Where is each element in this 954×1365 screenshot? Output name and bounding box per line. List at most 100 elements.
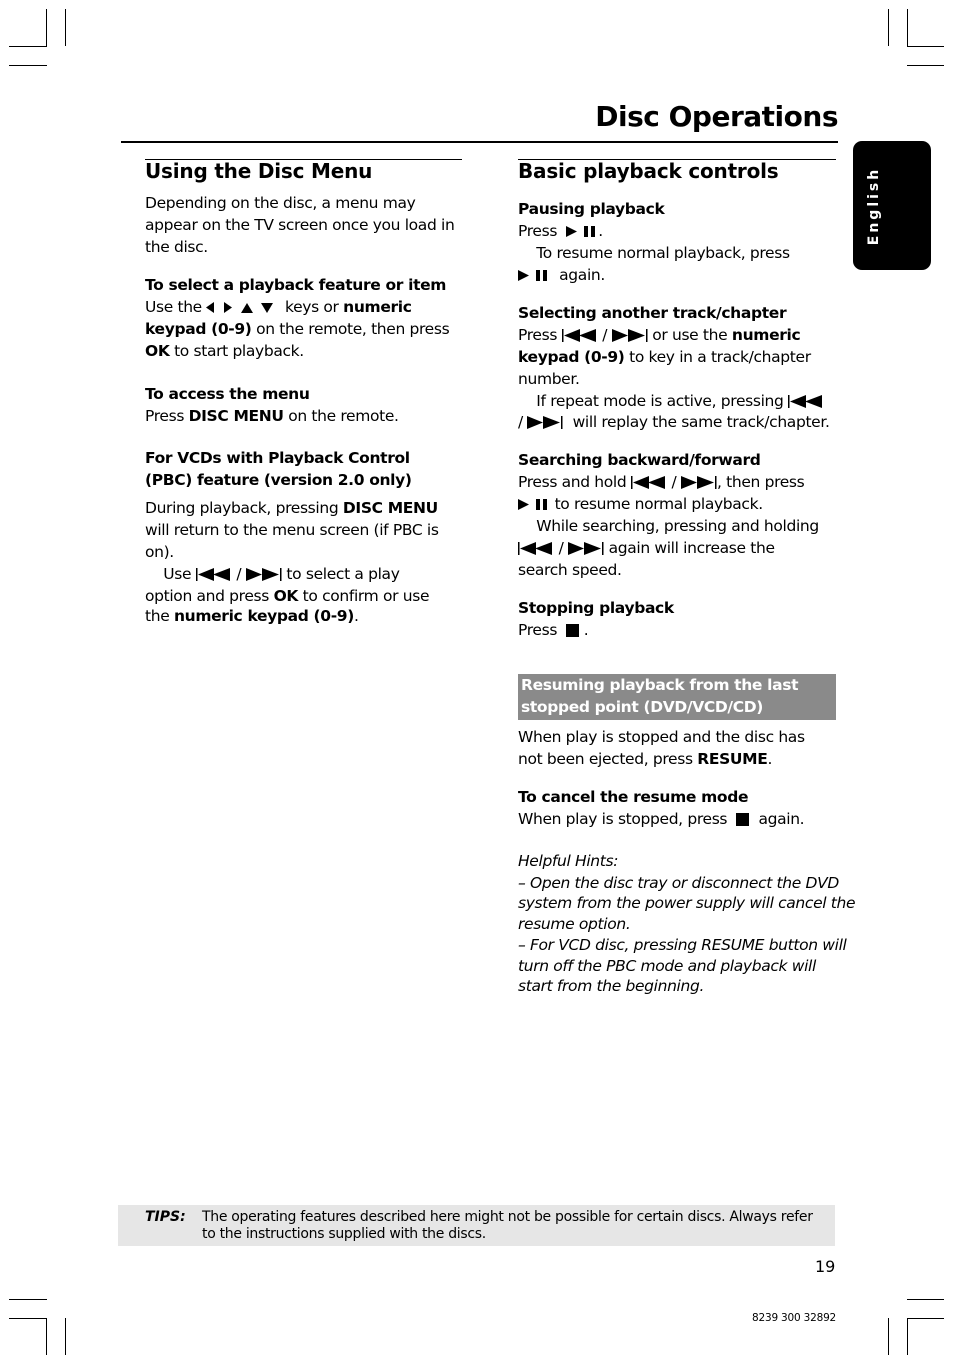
body-line: to resume normal playback. [518, 493, 763, 515]
tips-label: TIPS: [145, 1209, 186, 1225]
text: Press [518, 326, 562, 344]
bold-text: DISC MENU [342, 499, 438, 517]
text: / [666, 473, 681, 491]
crop-mark [9, 46, 47, 47]
crop-mark [888, 1318, 889, 1355]
text: Press and hold [518, 473, 631, 491]
text: . [353, 607, 359, 625]
crop-mark [9, 65, 47, 66]
document-code: 8239 300 32892 [752, 1312, 837, 1324]
bold-text: keypad (0-9) [518, 348, 625, 366]
text: Use [145, 565, 196, 583]
subheading: (PBC) feature (version 2.0 only) [145, 469, 412, 491]
body-line: Press . [518, 619, 589, 641]
body-line: the numeric keypad (0-9). [145, 605, 359, 627]
body-line: While searching, pressing and holding [518, 515, 819, 537]
tips-box: TIPS: The operating features described h… [118, 1205, 835, 1246]
left-right-up-down-arrow-keys-icon [206, 296, 280, 318]
bold-text: numeric [731, 326, 801, 344]
skip-previous-icon [518, 537, 554, 559]
skip-next-icon [680, 471, 717, 493]
crop-mark [907, 1318, 944, 1319]
crop-mark [907, 9, 908, 46]
body-line: Press DISC MENU on the remote. [145, 405, 399, 427]
crop-mark [888, 9, 889, 46]
subheading: To cancel the resume mode [518, 786, 748, 808]
text: appear on the TV screen once you load in [145, 216, 455, 234]
text: to key in a track/chapter [624, 348, 811, 366]
tips-line: The operating features described here mi… [202, 1209, 813, 1225]
section-heading-basic-playback: Basic playback controls [518, 159, 779, 183]
subheading: For VCDs with Playback Control [145, 447, 410, 469]
page-number: 19 [815, 1257, 836, 1276]
body-line: During playback, pressing DISC MENU [145, 497, 438, 519]
subheading: Selecting another track/chapter [518, 302, 787, 324]
play-pause-icon [518, 493, 550, 515]
bold-text: Searching backward/forward [518, 451, 761, 469]
body-line: Press / or use the numeric [518, 324, 801, 346]
text: or use the [647, 326, 732, 344]
text: to select a play [281, 565, 400, 583]
text: . [767, 750, 773, 768]
tips-line: to the instructions supplied with the di… [202, 1226, 486, 1242]
text: Press [518, 222, 567, 240]
subheading: To select a playback feature or item [145, 274, 446, 296]
section-heading-disc-menu: Using the Disc Menu [145, 159, 373, 183]
text: will return to the menu screen (if PBC i… [145, 521, 439, 539]
text: , then press [716, 473, 805, 491]
skip-next-icon [527, 411, 563, 433]
hint-line: resume option. [518, 915, 631, 933]
hints-title: Helpful Hints: [518, 852, 619, 870]
bold-text: Pausing playback [518, 200, 665, 218]
text: / [231, 565, 246, 583]
text: . [598, 222, 603, 240]
body-line: keypad (0-9) to key in a track/chapter [518, 346, 811, 368]
stop-icon [566, 619, 580, 641]
text: to confirm or use [298, 587, 430, 605]
crop-mark [9, 1299, 47, 1300]
bold-text: Stopping playback [518, 599, 674, 617]
text: number. [518, 370, 580, 388]
bold-text: DISC MENU [188, 407, 284, 425]
body-line: again. [518, 264, 605, 286]
text: To resume normal playback, press [518, 244, 790, 262]
language-tab-label: English [866, 166, 883, 245]
body-line: When play is stopped, press again. [518, 808, 805, 830]
resume-banner-line: Resuming playback from the last [521, 676, 799, 694]
bold-text: To access the menu [145, 385, 310, 403]
title-rule [121, 141, 838, 143]
crop-mark [46, 9, 47, 46]
text: If repeat mode is active, pressing [518, 392, 789, 410]
skip-previous-icon [195, 563, 232, 585]
text: to start playback. [169, 342, 304, 360]
bold-text: numeric keypad (0-9) [173, 607, 354, 625]
body-line: search speed. [518, 559, 622, 581]
subheading: Pausing playback [518, 198, 665, 220]
skip-previous-icon [788, 390, 824, 412]
text: / [554, 539, 569, 557]
body-line: Use the keys or numeric [145, 296, 412, 318]
crop-mark [907, 65, 944, 66]
body-line: Use / to select a play [145, 563, 400, 585]
body-line: keypad (0-9) on the remote, then press [145, 318, 450, 340]
text: / [518, 413, 528, 431]
text: again. [749, 810, 805, 828]
crop-mark [907, 46, 944, 47]
crop-mark [65, 1318, 66, 1355]
text: on the remote. [283, 407, 399, 425]
text: Press [518, 621, 567, 639]
stop-icon [736, 808, 750, 830]
resume-section-banner: Resuming playback from the last stopped … [518, 674, 836, 720]
skip-next-icon [245, 563, 282, 585]
skip-previous-icon [630, 471, 667, 493]
text: keys or [280, 298, 344, 316]
crop-mark [46, 1318, 47, 1355]
crop-mark [65, 9, 66, 46]
hint-line: – For VCD disc, pressing RESUME button w… [518, 936, 847, 954]
text: While searching, pressing and holding [518, 517, 819, 535]
hint-line: start from the beginning. [518, 977, 705, 995]
text: search speed. [518, 561, 622, 579]
text: When play is stopped, press [518, 810, 737, 828]
text: When play is stopped and the disc has [518, 728, 805, 746]
bold-text: OK [145, 342, 170, 360]
